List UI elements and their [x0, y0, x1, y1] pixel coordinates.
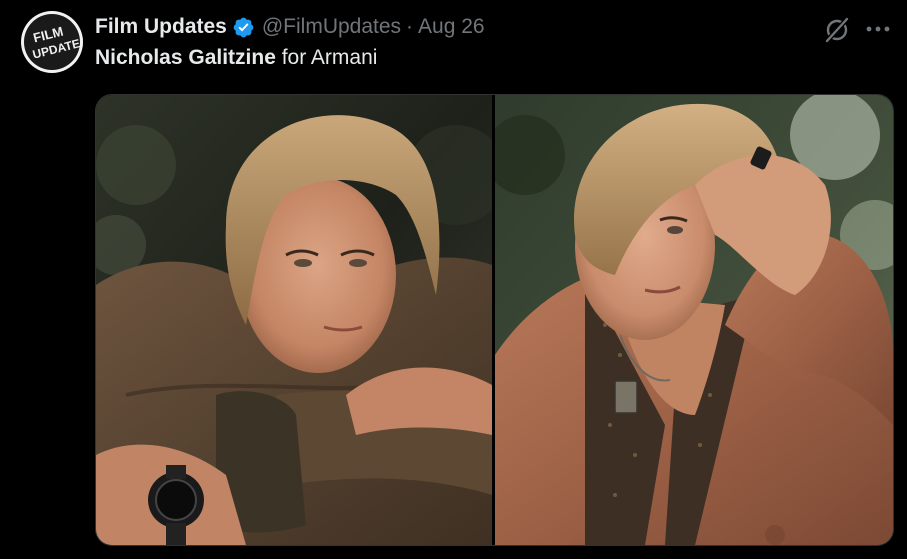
- photo-1-image: [96, 95, 492, 545]
- tweet-text: Nicholas Galitzine for Armani: [95, 46, 377, 70]
- avatar-logo: FILM UPDATES: [24, 14, 83, 70]
- photo-2-image: [495, 95, 893, 545]
- tweet-header: Film Updates @FilmUpdates · Aug 26: [95, 13, 485, 41]
- timestamp[interactable]: Aug 26: [418, 15, 485, 39]
- avatar[interactable]: FILM UPDATES: [21, 11, 83, 73]
- grok-icon[interactable]: [823, 16, 851, 44]
- photo-1[interactable]: [96, 95, 492, 545]
- media-grid: [95, 94, 894, 546]
- tweet-text-rest: for Armani: [275, 46, 378, 69]
- verified-badge-icon[interactable]: [232, 16, 255, 39]
- handle[interactable]: @FilmUpdates: [262, 15, 401, 39]
- separator-dot: ·: [406, 15, 414, 38]
- photo-2[interactable]: [495, 95, 893, 545]
- tweet[interactable]: FILM UPDATES Film Updates @FilmUpdates ·…: [0, 0, 907, 559]
- more-options-icon[interactable]: [864, 18, 892, 40]
- tweet-text-bold: Nicholas Galitzine: [95, 46, 276, 69]
- display-name[interactable]: Film Updates: [95, 15, 227, 39]
